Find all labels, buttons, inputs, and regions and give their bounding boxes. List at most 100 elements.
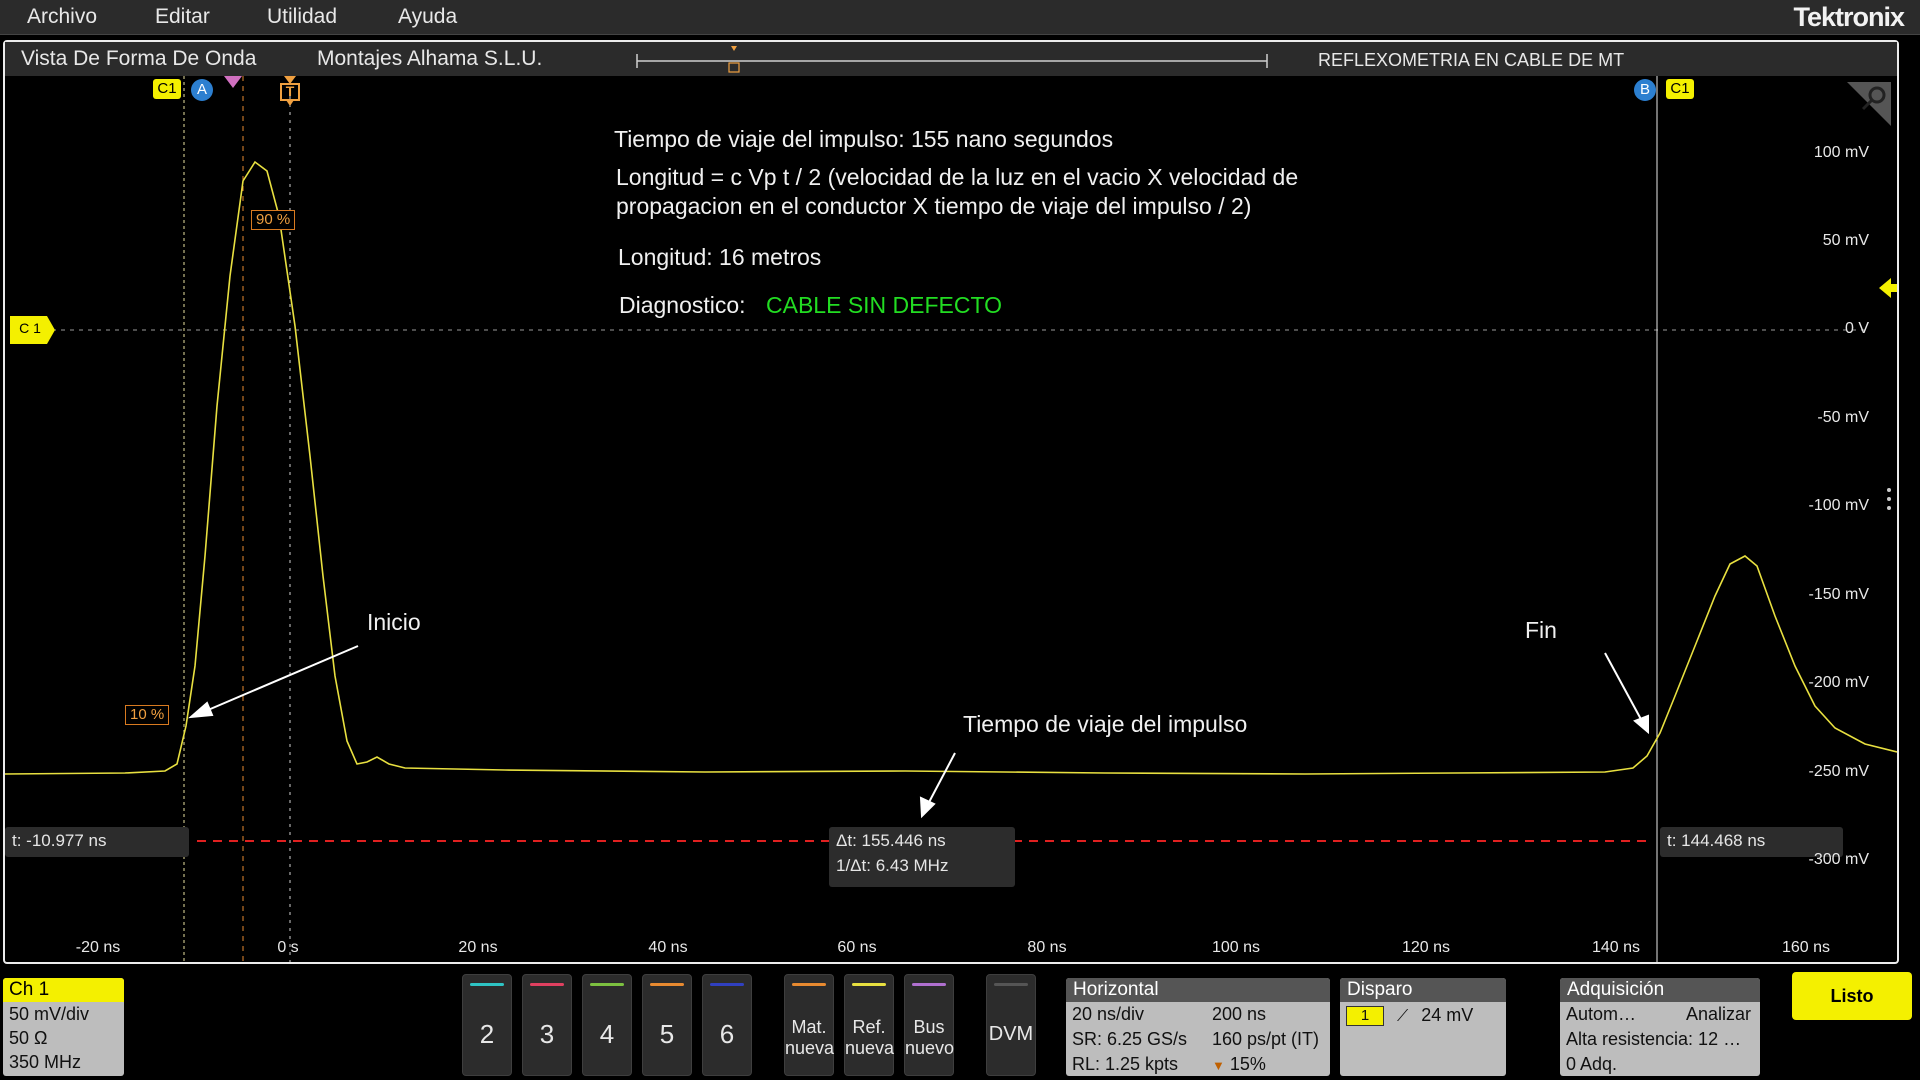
new-math-label: Mat. nueva [785,1017,835,1059]
acquisition-badge[interactable]: Adquisición Autom… Analizar Alta resisten… [1560,978,1760,1076]
travel-label: Tiempo de viaje del impulso [963,711,1248,737]
inicio-label: Inicio [367,609,421,635]
x-tick-label: 100 ns [1211,939,1261,956]
cursor-a-marker[interactable]: A [191,79,213,101]
new-ref-line1: Ref. [852,1017,886,1037]
horizontal-scale: 20 ns/div [1072,1004,1145,1024]
y-tick-label: -200 mV [1808,674,1869,691]
channel-5-label: 5 [659,1019,675,1049]
new-bus-line1: Bus [913,1017,945,1037]
menu-editar[interactable]: Editar [155,5,210,29]
formula-line-1: Longitud = c Vp t / 2 (velocidad de la l… [616,164,1299,190]
diagnostic-value: CABLE SIN DEFECTO [766,292,1003,318]
x-tick-label: 120 ns [1401,939,1451,956]
menu-bar: Archivo Editar Utilidad Ayuda Tektronix [0,0,1920,35]
x-tick-label: 140 ns [1591,939,1641,956]
y-tick-label: -50 mV [1817,409,1869,426]
channel-3-button[interactable]: 3 [522,974,572,1076]
c1-marker-left[interactable]: C1 [153,79,181,99]
ch1-ground-label: C 1 [19,320,41,336]
trigger-level: 24 mV [1421,1005,1474,1025]
c1-marker-right[interactable]: C1 [1666,79,1694,99]
brand-logo: Tektronix [1793,2,1905,32]
channel-5-button[interactable]: 5 [642,974,692,1076]
x-tick-label: 60 ns [837,939,877,956]
new-ref-button[interactable]: Ref. nueva [844,974,894,1076]
new-ref-color-bar [852,983,886,986]
company-name: Montajes Alhama S.L.U. [317,47,543,70]
channel-4-button[interactable]: 4 [582,974,632,1076]
new-ref-label: Ref. nueva [845,1017,895,1059]
record-overview-bar[interactable] [635,46,1275,74]
y-tick-label: 50 mV [1822,232,1869,249]
channel-2-label: 2 [479,1019,495,1049]
trigger-position-readout: ▼ 15% [1212,1052,1266,1076]
channel-2-color-bar [470,983,504,986]
plot-area[interactable]: C1 A T B C1 C 1 90 % 10 % Tiempo de viaj… [5,76,1897,962]
channel-3-label: 3 [539,1019,555,1049]
inicio-arrow [188,645,359,719]
x-tick-label: -20 ns [75,939,121,956]
ch1-scale: 50 mV/div [9,1004,90,1024]
new-math-button[interactable]: Mat. nueva [784,974,834,1076]
record-title: REFLEXOMETRIA EN CABLE DE MT [1318,50,1625,70]
dvm-button[interactable]: DVM [986,974,1036,1076]
cursor-b-marker[interactable]: B [1634,79,1656,101]
time-resolution: 160 ps/pt (IT) [1212,1029,1320,1049]
overview-trigger-box [728,62,740,73]
y-tick-label: -100 mV [1808,497,1869,514]
channel-6-color-bar [710,983,744,986]
new-math-line1: Mat. [791,1017,827,1037]
trigger-source-badge: 1 [1346,1006,1384,1027]
horizontal-title: Horizontal [1066,978,1330,1002]
new-bus-label: Bus nuevo [905,1017,955,1059]
y-tick-label: -250 mV [1808,763,1869,780]
overview-trigger-marker [731,46,737,51]
channel-2-button[interactable]: 2 [462,974,512,1076]
new-ref-line2: nueva [845,1038,895,1058]
channel-3-color-bar [530,983,564,986]
x-tick-label: 20 ns [458,939,498,956]
fin-label: Fin [1525,617,1557,643]
travel-arrow [919,752,956,819]
pink-marker-icon [224,76,242,88]
x-tick-label: 80 ns [1027,939,1067,956]
trigger-badge[interactable]: Disparo 1 ⟋ 24 mV [1340,978,1506,1076]
ch1-title: Ch 1 [3,978,124,1002]
menu-ayuda[interactable]: Ayuda [398,5,457,29]
view-title: Vista De Forma De Onda [21,47,257,70]
trigger-level-arrow [1879,278,1897,298]
y-tick-label: 0 V [1844,320,1869,337]
acquisition-mode: Autom… [1566,1004,1637,1024]
channel-5-color-bar [650,983,684,986]
view-title-bar: Vista De Forma De Onda Montajes Alhama S… [5,42,1897,76]
horizontal-badge[interactable]: Horizontal 20 ns/div 200 ns SR: 6.25 GS/s… [1066,978,1330,1076]
y-tick-label: -300 mV [1808,851,1869,868]
side-handle-icon[interactable] [1885,486,1893,514]
new-math-color-bar [792,983,826,986]
trigger-position-marker[interactable]: T [279,76,301,108]
horizontal-position: 200 ns [1212,1004,1267,1024]
zoom-icon[interactable] [1847,82,1891,126]
menu-utilidad[interactable]: Utilidad [267,5,337,29]
new-math-line2: nueva [785,1038,835,1058]
menu-archivo[interactable]: Archivo [27,5,97,29]
delta-readout[interactable]: Δt: 155.446 ns 1/Δt: 6.43 MHz [829,827,1015,887]
fin-arrow [1604,652,1649,735]
channel-4-label: 4 [599,1019,615,1049]
travel-time-note: Tiempo de viaje del impulso: 155 nano se… [614,126,1114,152]
trigger-position-value: 15% [1229,1054,1266,1074]
y-tick-label: -150 mV [1808,586,1869,603]
x-tick-label: 0 s [277,939,299,956]
ch1-badge[interactable]: Ch 1 50 mV/div 50 Ω 350 MHz [3,978,124,1076]
channel-6-button[interactable]: 6 [702,974,752,1076]
cursor-a-readout[interactable]: t: -10.977 ns [5,827,189,857]
dvm-color-bar [994,983,1028,986]
acquisition-action: Analizar [1686,1004,1752,1024]
length-note: Longitud: 16 metros [618,244,822,270]
run-status-button[interactable]: Listo [1792,972,1912,1020]
record-length: RL: 1.25 kpts [1072,1054,1179,1074]
ch1-bandwidth: 350 MHz [9,1052,82,1072]
new-bus-button[interactable]: Bus nuevo [904,974,954,1076]
new-bus-line2: nuevo [905,1038,955,1058]
